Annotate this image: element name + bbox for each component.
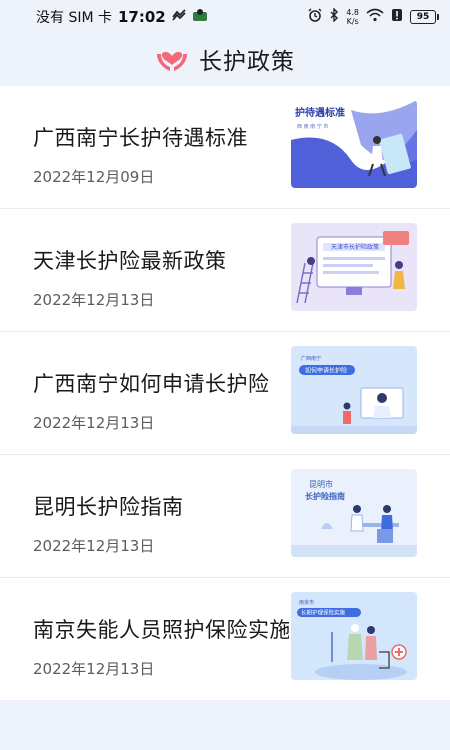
article-title: 广西南宁长护待遇标准	[33, 126, 248, 150]
article-thumbnail: 广西南宁 如何申请长护险	[291, 346, 417, 434]
article-date: 2022年12月13日	[33, 660, 155, 678]
article-date: 2022年12月13日	[33, 537, 155, 555]
article-list: 广西南宁长护待遇标准 2022年12月09日 护待遇标准 西 南 南 宁 市 天…	[0, 86, 450, 700]
battery-icon: 95	[410, 10, 439, 24]
notification-icon	[172, 9, 186, 25]
thumb-heading: 天津市长护险政策	[331, 243, 379, 251]
heart-hands-icon	[155, 42, 189, 76]
carrier-label: 没有 SIM 卡	[36, 10, 112, 26]
list-item[interactable]: 广西南宁如何申请长护险 2022年12月13日 广西南宁 如何申请长护险	[0, 332, 450, 455]
list-item[interactable]: 南京失能人员照护保险实施 2022年12月13日 南京市 长期护理保险实施	[0, 578, 450, 701]
article-title: 昆明长护险指南	[33, 495, 184, 519]
article-date: 2022年12月13日	[33, 291, 155, 309]
list-item[interactable]: 广西南宁长护待遇标准 2022年12月09日 护待遇标准 西 南 南 宁 市	[0, 86, 450, 209]
alert-icon	[391, 8, 403, 26]
article-date: 2022年12月13日	[33, 414, 155, 432]
list-item-text: 天津长护险最新政策 2022年12月13日	[33, 209, 288, 331]
clock: 17:02	[118, 8, 166, 26]
thumb-subheading: 西 南 南 宁 市	[297, 123, 328, 130]
bottom-spacer	[0, 700, 450, 750]
wifi-icon	[366, 8, 384, 26]
app-notification-icon	[192, 8, 208, 26]
list-item[interactable]: 天津长护险最新政策 2022年12月13日 天津市长护险政策	[0, 209, 450, 332]
thumb-heading: 护待遇标准	[295, 106, 345, 119]
list-item-text: 广西南宁长护待遇标准 2022年12月09日	[33, 86, 288, 208]
net-speed-value: 4.8	[346, 8, 359, 17]
thumb-heading: 如何申请长护险	[305, 367, 347, 375]
thumb-subheading: 昆明市	[309, 479, 333, 489]
page-title: 长护政策	[199, 49, 295, 75]
network-speed: 4.8 K/s	[346, 8, 359, 26]
list-item[interactable]: 昆明长护险指南 2022年12月13日 昆明市 长护险指南	[0, 455, 450, 578]
bluetooth-icon	[329, 7, 339, 26]
status-bar: 没有 SIM 卡 17:02 4.8 K/s 95	[0, 0, 450, 34]
article-thumbnail: 天津市长护险政策	[291, 223, 417, 311]
net-speed-unit: K/s	[346, 17, 359, 26]
thumb-subheading: 广西南宁	[301, 355, 321, 362]
thumb-heading: 长期护理保险实施	[301, 609, 346, 617]
article-thumbnail: 护待遇标准 西 南 南 宁 市	[291, 100, 417, 188]
thumb-heading: 长护险指南	[305, 491, 345, 501]
page-header: 长护政策	[0, 34, 450, 84]
list-item-text: 广西南宁如何申请长护险 2022年12月13日	[33, 332, 288, 454]
thumb-subheading: 南京市	[299, 599, 314, 606]
article-title: 南京失能人员照护保险实施	[33, 618, 289, 642]
battery-level: 95	[416, 12, 430, 22]
article-thumbnail: 南京市 长期护理保险实施	[291, 592, 417, 680]
article-thumbnail: 昆明市 长护险指南	[291, 469, 417, 557]
article-title: 天津长护险最新政策	[33, 249, 227, 273]
article-date: 2022年12月09日	[33, 168, 155, 186]
article-title: 广西南宁如何申请长护险	[33, 372, 270, 396]
list-item-text: 昆明长护险指南 2022年12月13日	[33, 455, 288, 577]
list-item-text: 南京失能人员照护保险实施 2022年12月13日	[33, 578, 289, 701]
alarm-icon	[308, 8, 322, 26]
